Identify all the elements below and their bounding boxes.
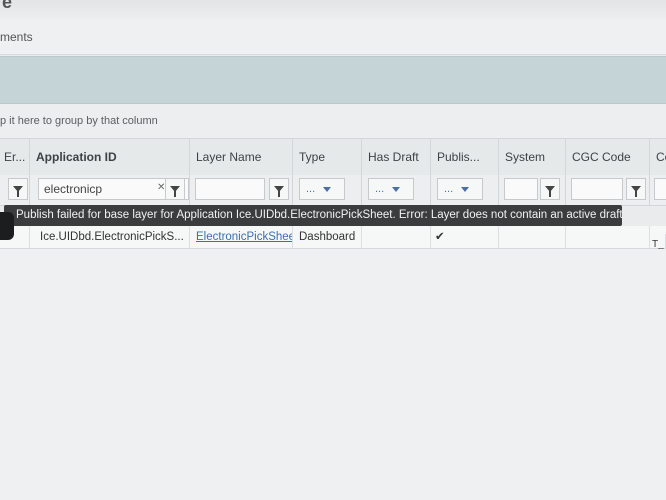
layer-name-filter-input[interactable]	[195, 178, 265, 200]
filter-cell-published: ...	[431, 175, 499, 205]
funnel-icon[interactable]	[540, 178, 560, 200]
column-header-published[interactable]: Publis...	[431, 139, 499, 175]
funnel-icon[interactable]	[165, 178, 185, 200]
filter-cell-error	[0, 175, 30, 205]
toolbar-band	[0, 56, 666, 104]
row-type: Dashboard	[293, 226, 362, 248]
app-header: e	[0, 0, 666, 21]
error-indicator-icon[interactable]	[0, 212, 14, 240]
column-header-type[interactable]: Type	[293, 139, 362, 175]
column-header-layer-name[interactable]: Layer Name	[190, 139, 293, 175]
column-header-error[interactable]: Er...	[0, 139, 30, 175]
column-header-system[interactable]: System	[499, 139, 566, 175]
row-system	[499, 226, 566, 248]
has-draft-filter-dropdown[interactable]: ...	[368, 178, 414, 200]
filter-cell-layer-name	[190, 175, 293, 205]
breadcrumb-label[interactable]: ments	[0, 30, 33, 44]
grid-empty-area	[0, 249, 666, 500]
funnel-icon[interactable]	[8, 178, 28, 200]
filter-cell-has-draft: ...	[362, 175, 431, 205]
column-header-has-draft[interactable]: Has Draft	[362, 139, 431, 175]
type-filter-dropdown[interactable]: ...	[299, 178, 345, 200]
column-header-cgc-code[interactable]: CGC Code	[566, 139, 650, 175]
cgc-code-filter-input[interactable]	[571, 178, 623, 200]
table-row[interactable]: Ice.UIDbd.ElectronicPickS... ElectronicP…	[0, 226, 666, 256]
row-layer-name-cell: ElectronicPickShee	[190, 226, 293, 248]
group-by-hint: p it here to group by that column	[0, 115, 158, 127]
filter-cell-application-id: electronicp ✕	[30, 175, 190, 205]
row-cgc-code	[566, 226, 650, 248]
layer-name-link[interactable]: ElectronicPickShee	[196, 231, 292, 243]
row-application-id: Ice.UIDbd.ElectronicPickS...	[30, 226, 190, 248]
filter-row: electronicp ✕ ... ... ...	[0, 175, 666, 206]
filter-cell-co	[650, 175, 666, 205]
chevron-down-icon	[392, 186, 401, 192]
row-published-check-icon: ✔	[431, 226, 499, 248]
co-filter-input[interactable]	[654, 178, 666, 200]
column-header-application-id[interactable]: Application ID	[30, 139, 190, 175]
group-by-panel[interactable]: p it here to group by that column	[0, 104, 666, 139]
column-header-co[interactable]: Co	[650, 139, 666, 175]
grid-header: Er... Application ID Layer Name Type Has…	[0, 139, 666, 176]
filter-cell-system	[499, 175, 566, 205]
published-filter-dropdown[interactable]: ...	[437, 178, 483, 200]
filter-cell-cgc-code	[566, 175, 650, 205]
breadcrumb: ments	[0, 20, 666, 55]
page-title: e	[2, 0, 13, 12]
funnel-icon[interactable]	[626, 178, 646, 200]
row-has-draft	[362, 226, 431, 248]
filter-cell-type: ...	[293, 175, 362, 205]
funnel-icon[interactable]	[269, 178, 289, 200]
chevron-down-icon	[461, 186, 470, 192]
system-filter-input[interactable]	[504, 178, 538, 200]
chevron-down-icon	[323, 186, 332, 192]
error-tooltip: Publish failed for base layer for Applic…	[4, 205, 622, 226]
